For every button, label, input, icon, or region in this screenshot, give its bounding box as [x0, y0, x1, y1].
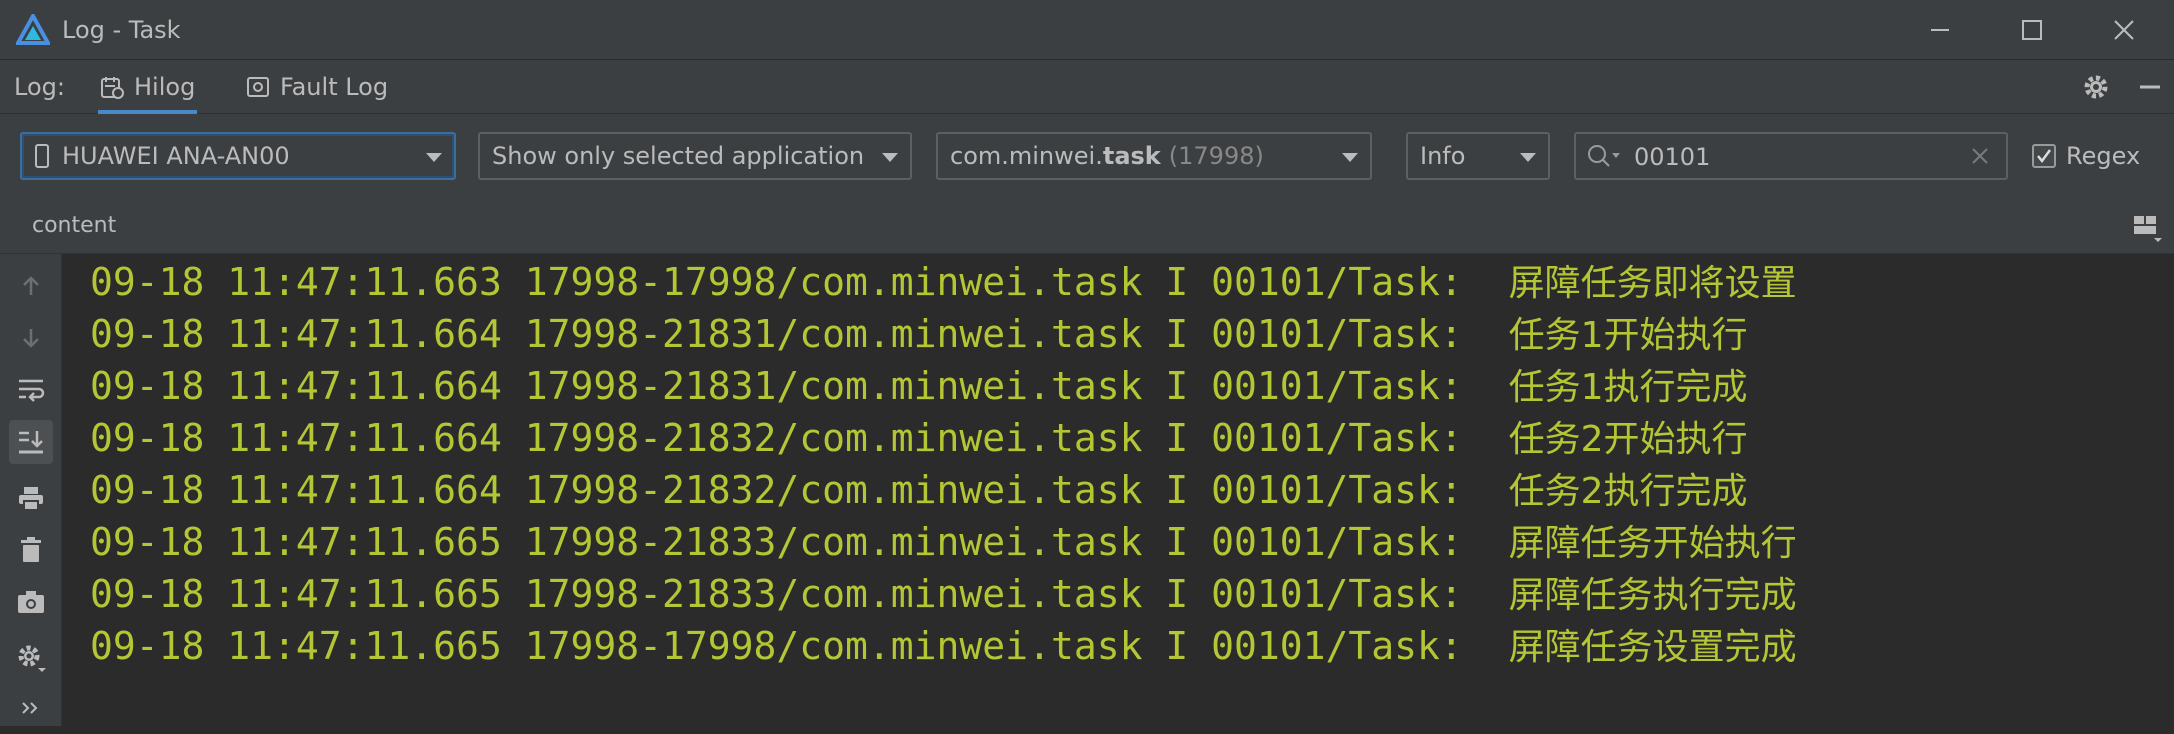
clear-search-icon[interactable]	[1970, 146, 1990, 166]
print-button[interactable]	[9, 476, 53, 520]
device-select[interactable]: HUAWEI ANA-AN00	[20, 132, 456, 180]
more-tools-button[interactable]	[9, 682, 53, 734]
content-column-label: content	[32, 213, 117, 238]
maximize-button[interactable]	[1986, 0, 2078, 60]
phone-icon	[35, 144, 49, 168]
trash-icon	[21, 537, 41, 562]
application-select[interactable]: com.minwei. task (17998)	[936, 132, 1372, 180]
search-icon	[1588, 145, 1620, 167]
log-line: 09-18 11:47:11.664 17998-21831/com.minwe…	[90, 312, 1748, 356]
minimize-panel-icon	[2140, 85, 2160, 89]
scroll-up-button[interactable]	[9, 264, 53, 308]
app-name: task	[1102, 142, 1161, 170]
window-title: Log - Task	[62, 16, 181, 44]
tab-fault-log-label: Fault Log	[280, 73, 389, 101]
filter-bar: HUAWEI ANA-AN00 Show only selected appli…	[0, 114, 2174, 198]
log-toolbar	[0, 254, 62, 726]
soft-wrap-icon	[19, 379, 45, 402]
fault-log-icon	[246, 75, 270, 99]
log-settings-button[interactable]	[9, 636, 53, 680]
more-icon	[22, 702, 38, 714]
scroll-down-icon	[23, 329, 39, 348]
chevron-down-icon	[1342, 153, 1358, 162]
regex-checkbox[interactable]	[2032, 144, 2056, 168]
log-tabs-bar: Log: Hilog Fault Log	[0, 60, 2174, 114]
log-column-header: content	[0, 198, 2174, 254]
search-input[interactable]	[1632, 134, 1936, 180]
minimize-icon	[1931, 29, 1949, 31]
scope-select[interactable]: Show only selected application	[478, 132, 912, 180]
scope-select-value: Show only selected application	[492, 142, 865, 170]
log-line: 09-18 11:47:11.663 17998-17998/com.minwe…	[90, 260, 1797, 304]
log-line: 09-18 11:47:11.664 17998-21832/com.minwe…	[90, 416, 1748, 460]
settings-button[interactable]	[2082, 60, 2110, 114]
hilog-icon	[100, 75, 124, 99]
chevron-down-icon	[426, 153, 442, 162]
log-label: Log:	[14, 73, 65, 101]
hide-panel-button[interactable]	[2138, 60, 2162, 114]
log-content-area[interactable]: 09-18 11:47:11.663 17998-17998/com.minwe…	[62, 254, 2174, 726]
log-level-select[interactable]: Info	[1406, 132, 1550, 180]
soft-wrap-button[interactable]	[9, 368, 53, 412]
column-layout-icon[interactable]	[2132, 214, 2162, 242]
maximize-icon	[2022, 20, 2042, 40]
log-line: 09-18 11:47:11.665 17998-21833/com.minwe…	[90, 520, 1797, 564]
print-icon	[19, 487, 43, 511]
tab-hilog[interactable]: Hilog	[97, 60, 198, 114]
log-line: 09-18 11:47:11.665 17998-21833/com.minwe…	[90, 572, 1797, 616]
close-icon	[2114, 20, 2134, 40]
app-prefix: com.minwei.	[950, 142, 1103, 170]
tab-hilog-label: Hilog	[134, 73, 196, 101]
title-bar: Log - Task	[0, 0, 2174, 60]
scroll-down-button[interactable]	[9, 316, 53, 360]
chevron-down-icon	[1520, 153, 1536, 162]
checkmark-icon	[2037, 149, 2052, 164]
scroll-up-icon	[23, 276, 39, 295]
tab-fault-log[interactable]: Fault Log	[246, 60, 388, 114]
device-select-value: HUAWEI ANA-AN00	[62, 142, 290, 170]
scroll-to-end-icon	[19, 431, 43, 454]
search-box	[1574, 132, 2008, 180]
log-line: 09-18 11:47:11.665 17998-17998/com.minwe…	[90, 624, 1797, 668]
minimize-button[interactable]	[1894, 0, 1986, 60]
app-logo-icon	[16, 14, 50, 45]
regex-toggle[interactable]: Regex	[2032, 132, 2140, 180]
log-line: 09-18 11:47:11.664 17998-21831/com.minwe…	[90, 364, 1748, 408]
screenshot-button[interactable]	[9, 580, 53, 624]
close-button[interactable]	[2078, 0, 2170, 60]
chevron-down-icon	[882, 153, 898, 162]
camera-icon	[18, 591, 44, 613]
settings-icon	[18, 645, 46, 672]
scroll-to-end-button[interactable]	[9, 420, 53, 464]
app-pid: (17998)	[1168, 142, 1264, 170]
clear-log-button[interactable]	[9, 528, 53, 572]
regex-label: Regex	[2066, 142, 2141, 170]
log-line: 09-18 11:47:11.664 17998-21832/com.minwe…	[90, 468, 1748, 512]
gear-icon	[2084, 75, 2108, 99]
log-level-value: Info	[1420, 142, 1466, 170]
